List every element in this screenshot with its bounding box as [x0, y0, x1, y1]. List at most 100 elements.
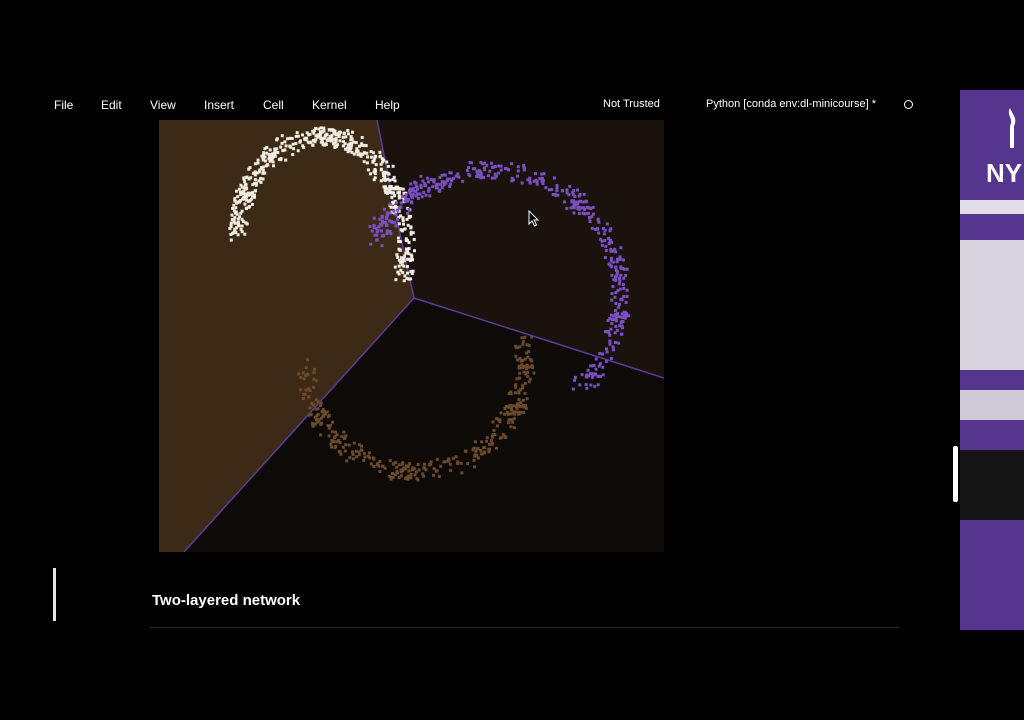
scatter-point	[243, 202, 247, 206]
scatter-point	[534, 178, 538, 182]
scatter-point	[585, 373, 589, 377]
scatter-point	[394, 213, 398, 217]
scatter-point	[435, 457, 439, 461]
scatter-point	[530, 364, 534, 368]
scatter-point	[409, 225, 413, 229]
scatter-point	[369, 150, 373, 153]
scatter-point	[407, 462, 411, 466]
scatter-point	[245, 175, 249, 179]
menu-view[interactable]: View	[150, 98, 176, 112]
scatter-point	[338, 139, 342, 143]
scatter-point	[622, 276, 626, 280]
scatter-point	[415, 185, 419, 189]
scatter-point	[569, 206, 573, 210]
scatter-point	[243, 183, 247, 187]
scatter-point	[474, 449, 478, 453]
scatter-point	[240, 185, 244, 189]
scroll-thumb[interactable]	[953, 446, 958, 502]
scatter-point	[261, 171, 265, 175]
scatter-point	[614, 250, 618, 254]
scatter-point	[372, 178, 376, 182]
scatter-point	[272, 164, 275, 168]
scatter-point	[258, 168, 262, 172]
scatter-point	[327, 426, 331, 430]
menu-edit[interactable]: Edit	[101, 98, 122, 112]
scatter-point	[525, 397, 529, 401]
scatter-point	[396, 208, 400, 212]
scatter-point	[442, 460, 446, 464]
menu-file[interactable]: File	[54, 98, 73, 112]
scatter-point	[448, 182, 452, 186]
scatter-point	[341, 135, 345, 139]
scatter-point	[409, 182, 413, 186]
scatter-point	[261, 177, 265, 181]
scatter-point	[580, 373, 584, 377]
scatter-point	[493, 176, 497, 180]
scatter-point	[594, 357, 598, 361]
scatter-point	[401, 216, 405, 220]
menu-insert[interactable]: Insert	[204, 98, 234, 112]
scatter-point	[241, 192, 245, 195]
scatter-point	[369, 462, 373, 466]
scatter-point	[234, 206, 238, 210]
scatter-point	[307, 133, 311, 137]
scatter-point	[307, 413, 311, 417]
kernel-name[interactable]: Python [conda env:dl-minicourse] *	[706, 98, 876, 110]
scatter-point	[423, 462, 426, 466]
scatter-point	[334, 444, 338, 448]
scatter-point	[527, 380, 531, 384]
scatter-point	[281, 149, 285, 153]
scatter-point	[349, 138, 353, 142]
scatter-point	[357, 453, 361, 457]
scatter-point	[405, 248, 409, 252]
menu-help[interactable]: Help	[375, 98, 400, 112]
scatter-point	[407, 214, 411, 218]
scatter-point	[373, 168, 377, 171]
scatter-point	[609, 327, 613, 331]
scatter-point	[344, 135, 348, 139]
scatter-point	[514, 385, 518, 389]
scatter-point	[382, 178, 386, 181]
scatter-point	[397, 463, 401, 467]
markdown-heading[interactable]: Two-layered network	[152, 592, 300, 609]
scatter-point	[398, 187, 402, 191]
scatter-point	[483, 168, 487, 172]
scatter-point	[319, 132, 322, 136]
scatter-point	[387, 474, 391, 478]
scatter-point	[381, 234, 385, 238]
scatter-point	[604, 244, 608, 248]
scatter-point	[238, 215, 242, 219]
scatter-point	[347, 143, 350, 147]
scatter-point	[352, 441, 356, 445]
scatter-point	[616, 257, 619, 261]
scatter-point	[279, 157, 283, 161]
trust-status[interactable]: Not Trusted	[603, 98, 660, 110]
scatter-point	[506, 411, 510, 415]
scatter-point	[614, 274, 618, 278]
scatter-point	[485, 163, 489, 167]
scatter-point	[599, 374, 602, 378]
scatter-point	[307, 395, 311, 399]
scatter-point	[241, 220, 245, 223]
scatter-point	[507, 405, 511, 409]
scatter-point	[581, 200, 585, 204]
scatter-point	[449, 171, 453, 175]
menu-cell[interactable]: Cell	[263, 98, 284, 112]
scatter-point	[410, 272, 414, 275]
scatter-point	[624, 274, 628, 278]
scatter-point	[233, 199, 237, 203]
menu-kernel[interactable]: Kernel	[312, 98, 347, 112]
scatter-point	[529, 359, 533, 363]
scatter-point	[427, 189, 431, 193]
scatter-point	[461, 179, 465, 183]
scatter-point	[391, 164, 395, 168]
scatter-point	[399, 468, 403, 472]
scatter-point	[490, 439, 493, 443]
scatter-point	[367, 451, 371, 455]
scatter-point	[291, 153, 295, 156]
scatter-point	[236, 201, 239, 204]
scatter-point	[342, 430, 346, 434]
scatter-point	[366, 155, 369, 159]
scatter-point	[511, 178, 515, 182]
scatter-point	[378, 150, 382, 154]
